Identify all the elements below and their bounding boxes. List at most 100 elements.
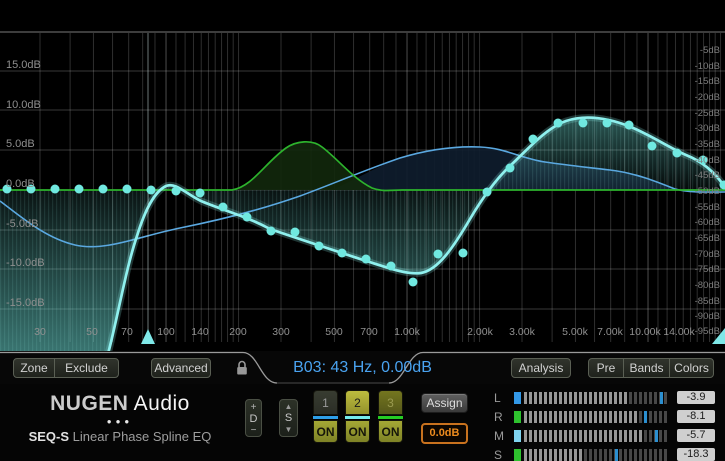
band-2-color-stripe <box>345 416 370 419</box>
x-axis-label: 140 <box>191 326 209 338</box>
eq-node[interactable] <box>625 121 634 130</box>
analysis-axis-label: -75dB <box>695 264 720 275</box>
dsp-minus-label: − <box>246 425 261 436</box>
analysis-axis-label: -30dB <box>695 123 720 134</box>
eq-node[interactable] <box>409 278 418 287</box>
eq-node[interactable] <box>673 149 682 158</box>
eq-node[interactable] <box>529 135 538 144</box>
branding: NUGEN Audio ●●● SEQ-S Linear Phase Splin… <box>0 392 240 444</box>
x-axis-label: 2.00k <box>467 326 493 338</box>
eq-node[interactable] <box>434 250 443 259</box>
brand-name-secondary: Audio <box>134 392 190 415</box>
brand-dots: ●●● <box>0 417 240 426</box>
meter-label: M <box>494 429 508 443</box>
eq-node[interactable] <box>99 185 108 194</box>
y-axis-label: -10.0dB <box>6 257 45 269</box>
solo-label: S <box>280 412 297 424</box>
bands-button[interactable]: Bands <box>623 359 669 377</box>
x-axis-label: 1.00k <box>394 326 420 338</box>
x-axis-label: 7.00k <box>597 326 623 338</box>
exclude-button[interactable]: Exclude <box>54 359 118 377</box>
pre-button[interactable]: Pre <box>589 359 623 377</box>
meter-bar <box>524 392 669 404</box>
zone-button[interactable]: Zone <box>14 359 54 377</box>
view-options-group: Pre Bands Colors <box>588 358 714 378</box>
band-2-on-button[interactable]: ON <box>345 420 370 443</box>
eq-graph[interactable]: 15.0dB10.0dB5.0dB0.0dB-5.0dB-10.0dB-15.0… <box>0 0 725 351</box>
band-3-on-button[interactable]: ON <box>378 420 403 443</box>
bottom-panel: NUGEN Audio ●●● SEQ-S Linear Phase Splin… <box>0 384 725 461</box>
eq-node[interactable] <box>196 189 205 198</box>
eq-node[interactable] <box>51 185 60 194</box>
meter-value: -8.1 <box>677 410 715 423</box>
eq-node[interactable] <box>123 185 132 194</box>
analysis-axis-label: -45dB <box>695 170 720 181</box>
x-axis-label: 10.00k <box>629 326 661 338</box>
product-description: Linear Phase Spline EQ <box>73 429 212 444</box>
assign-button[interactable]: Assign <box>421 393 468 413</box>
analysis-axis-label: -40dB <box>695 155 720 166</box>
x-axis-label: 30 <box>34 326 46 338</box>
meter-chip <box>514 392 521 404</box>
eq-node[interactable] <box>579 119 588 128</box>
dsp-mode-button[interactable]: + D − <box>245 399 262 437</box>
meter-bar <box>524 430 669 442</box>
solo-up-icon: ▲ <box>280 402 297 411</box>
status-bar: Zone Exclude Advanced B03: 43 Hz, 0.00dB… <box>0 351 725 384</box>
y-axis-label: -15.0dB <box>6 297 45 309</box>
zone-exclude-group: Zone Exclude <box>13 358 119 378</box>
meter-row-s: S -18.3 <box>488 448 718 461</box>
eq-node[interactable] <box>75 185 84 194</box>
eq-node[interactable] <box>554 119 563 128</box>
eq-node[interactable] <box>459 249 468 258</box>
analysis-axis-label: -25dB <box>695 108 720 119</box>
band-2-select-button[interactable]: 2 <box>345 390 370 415</box>
meter-value: -18.3 <box>677 448 715 461</box>
band-1-on-button[interactable]: ON <box>313 420 338 443</box>
eq-node[interactable] <box>506 164 515 173</box>
band-1-control: 1 ON <box>313 390 338 443</box>
meter-chip <box>514 411 521 423</box>
eq-node[interactable] <box>291 228 300 237</box>
band-1-select-button[interactable]: 1 <box>313 390 338 415</box>
meter-bar <box>524 411 669 423</box>
eq-node[interactable] <box>243 213 252 222</box>
advanced-button[interactable]: Advanced <box>151 358 211 378</box>
solo-stepper-button[interactable]: ▲ S ▼ <box>279 399 298 437</box>
band-3-select-button[interactable]: 3 <box>378 390 403 415</box>
x-axis-label: 70 <box>121 326 133 338</box>
eq-node[interactable] <box>648 142 657 151</box>
eq-node[interactable] <box>338 249 347 258</box>
eq-node[interactable] <box>387 262 396 271</box>
x-axis-label: 14.00k <box>663 326 695 338</box>
meter-label: S <box>494 448 508 461</box>
eq-node[interactable] <box>267 227 276 236</box>
meter-row-m: M -5.7 <box>488 429 718 443</box>
analysis-axis-label: -5dB <box>700 45 720 56</box>
eq-node[interactable] <box>315 242 324 251</box>
eq-node[interactable] <box>483 188 492 197</box>
dsp-label: D <box>246 413 261 425</box>
y-axis-label: 15.0dB <box>6 59 41 71</box>
meter-label: R <box>494 410 508 424</box>
meter-row-r: R -8.1 <box>488 410 718 424</box>
eq-node[interactable] <box>147 186 156 195</box>
lock-icon[interactable] <box>236 359 248 376</box>
analysis-axis-label: -80dB <box>695 280 720 291</box>
product-name: SEQ-S <box>29 429 69 444</box>
solo-down-icon: ▼ <box>280 425 297 434</box>
analysis-axis-label: -60dB <box>695 217 720 228</box>
analysis-axis-label: -50dB <box>695 186 720 197</box>
band-3-control: 3 ON <box>378 390 403 443</box>
analysis-axis-label: -15dB <box>695 76 720 87</box>
analysis-axis-label: -70dB <box>695 249 720 260</box>
eq-node[interactable] <box>603 119 612 128</box>
analysis-button[interactable]: Analysis <box>511 358 571 378</box>
meter-value: -5.7 <box>677 429 715 442</box>
trim-readout[interactable]: 0.0dB <box>421 423 468 444</box>
colors-button[interactable]: Colors <box>669 359 713 377</box>
x-axis-label: 3.00k <box>509 326 535 338</box>
eq-node[interactable] <box>172 187 181 196</box>
eq-node[interactable] <box>362 255 371 264</box>
eq-node[interactable] <box>219 203 228 212</box>
